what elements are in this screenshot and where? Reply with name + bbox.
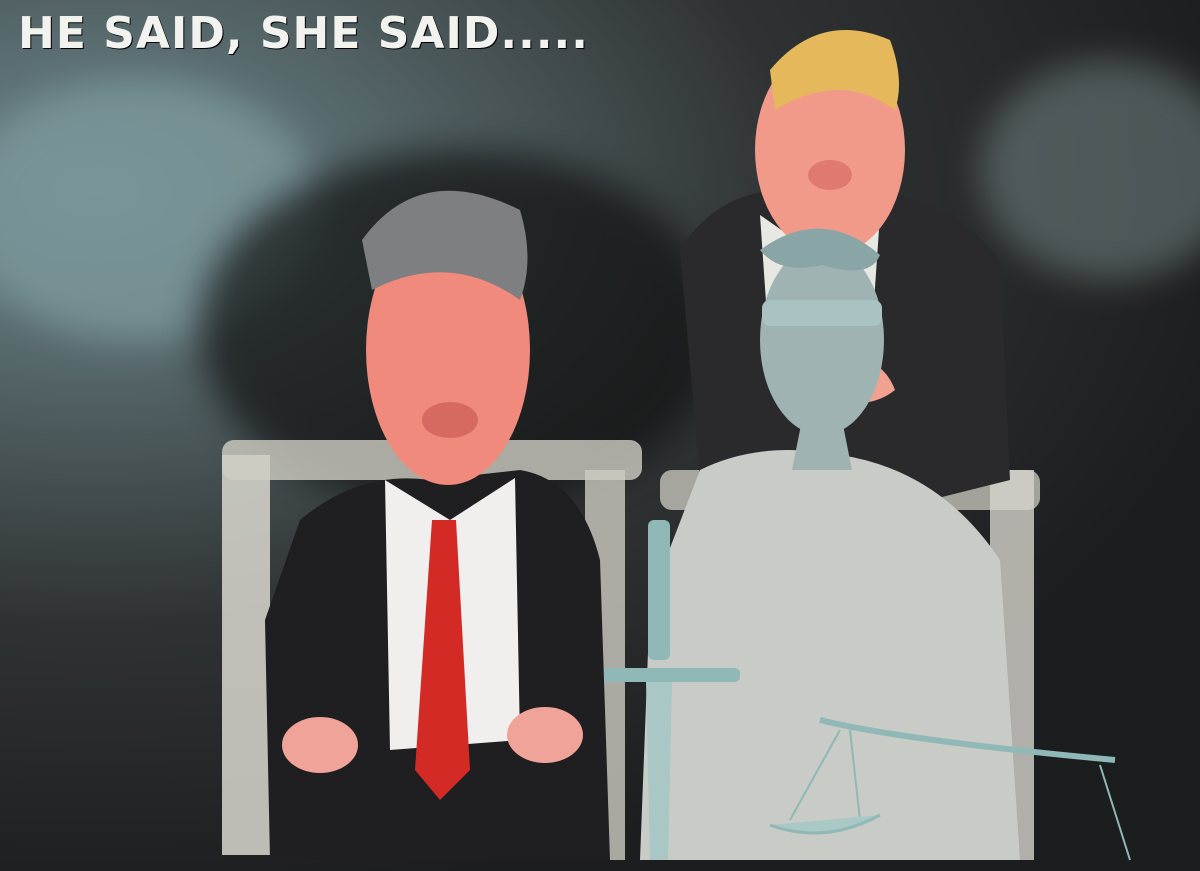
cartoon-canvas: HE SAID, SHE SAID.....	[0, 0, 1200, 871]
seated-man	[265, 190, 610, 860]
blindfold	[762, 300, 882, 326]
illustration	[222, 30, 1131, 861]
